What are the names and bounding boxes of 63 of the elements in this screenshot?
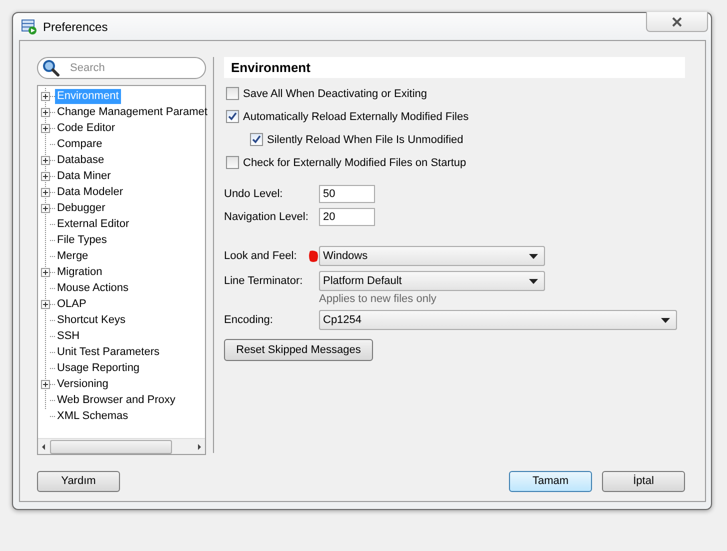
- tree-item[interactable]: Database: [55, 152, 106, 168]
- input-field[interactable]: 50: [319, 185, 375, 203]
- search-field[interactable]: Search: [37, 57, 206, 79]
- checkbox-label: Save All When Deactivating or Exiting: [243, 88, 428, 100]
- caret-icon: [529, 254, 538, 258]
- expand-icon[interactable]: [41, 204, 50, 212]
- caret-icon: [661, 318, 670, 322]
- dialog-button[interactable]: Tamam: [509, 470, 592, 492]
- tree-item[interactable]: Merge: [55, 248, 90, 264]
- checkbox-label: Check for Externally Modified Files on Startup: [243, 156, 466, 168]
- tree-item[interactable]: Data Modeler: [55, 184, 126, 200]
- expand-icon[interactable]: [41, 300, 50, 308]
- tree-item[interactable]: Data Miner: [55, 168, 113, 184]
- checkbox-label: Silently Reload When File Is Unmodified: [267, 134, 464, 146]
- hint-text: Applies to new files only: [318, 293, 438, 305]
- checkbox[interactable]: [226, 87, 239, 100]
- checkbox[interactable]: [226, 156, 239, 169]
- tree-item[interactable]: XML Schemas: [55, 408, 130, 424]
- help-button[interactable]: Yardım: [37, 470, 120, 492]
- tree-item[interactable]: Versioning: [55, 376, 110, 392]
- tree-item[interactable]: Shortcut Keys: [55, 312, 128, 328]
- caret-icon: [529, 278, 538, 284]
- tree-item[interactable]: Compare: [55, 136, 104, 152]
- checkbox[interactable]: [250, 133, 263, 146]
- expand-icon[interactable]: [41, 268, 50, 276]
- expand-icon[interactable]: [41, 172, 50, 180]
- field-label: Line Terminator:: [224, 275, 304, 287]
- tree-item[interactable]: Code Editor: [55, 120, 118, 136]
- checkbox-label: Automatically Reload Externally Modified Files: [243, 110, 469, 122]
- horizontal-scrollbar[interactable]: [38, 438, 205, 454]
- field-label: Encoding:: [224, 314, 274, 326]
- tree-item[interactable]: External Editor: [55, 216, 132, 232]
- tree-item[interactable]: Mouse Actions: [55, 280, 131, 296]
- tree-item[interactable]: Usage Reporting: [55, 360, 142, 376]
- panel-title: Environment: [231, 60, 310, 75]
- tree-item[interactable]: Web Browser and Proxy: [55, 392, 178, 408]
- dropdown[interactable]: Cp1254: [319, 310, 677, 330]
- field-label: Navigation Level:: [224, 211, 308, 223]
- app-icon: [21, 18, 37, 34]
- expand-icon[interactable]: [41, 124, 50, 132]
- tree-item[interactable]: Change Management Paramet: [55, 104, 210, 120]
- reset-button[interactable]: Reset Skipped Messages: [224, 339, 373, 361]
- expand-icon[interactable]: [41, 188, 50, 196]
- expand-icon[interactable]: [41, 108, 50, 116]
- dialog-button[interactable]: İptal: [602, 470, 685, 492]
- close-icon: [671, 16, 683, 26]
- tree-item[interactable]: File Types: [55, 232, 109, 248]
- field-label: Undo Level:: [224, 188, 284, 200]
- window-title: Preferences: [43, 20, 108, 34]
- expand-icon[interactable]: [41, 156, 50, 164]
- tree-item[interactable]: Debugger: [55, 200, 108, 216]
- checkbox[interactable]: [226, 110, 239, 123]
- input-field[interactable]: 20: [319, 208, 375, 226]
- close-button[interactable]: [646, 12, 708, 32]
- tree-item[interactable]: Migration: [55, 264, 104, 280]
- field-label: Look and Feel:: [224, 250, 298, 262]
- dropdown[interactable]: Windows: [319, 246, 545, 266]
- expand-icon[interactable]: [41, 380, 50, 388]
- expand-icon[interactable]: [41, 92, 50, 100]
- tree-item[interactable]: Unit Test Parameters: [55, 344, 162, 360]
- tree-item[interactable]: OLAP: [55, 296, 88, 312]
- dropdown[interactable]: Platform Default: [319, 271, 545, 291]
- tree-item[interactable]: SSH: [55, 328, 82, 344]
